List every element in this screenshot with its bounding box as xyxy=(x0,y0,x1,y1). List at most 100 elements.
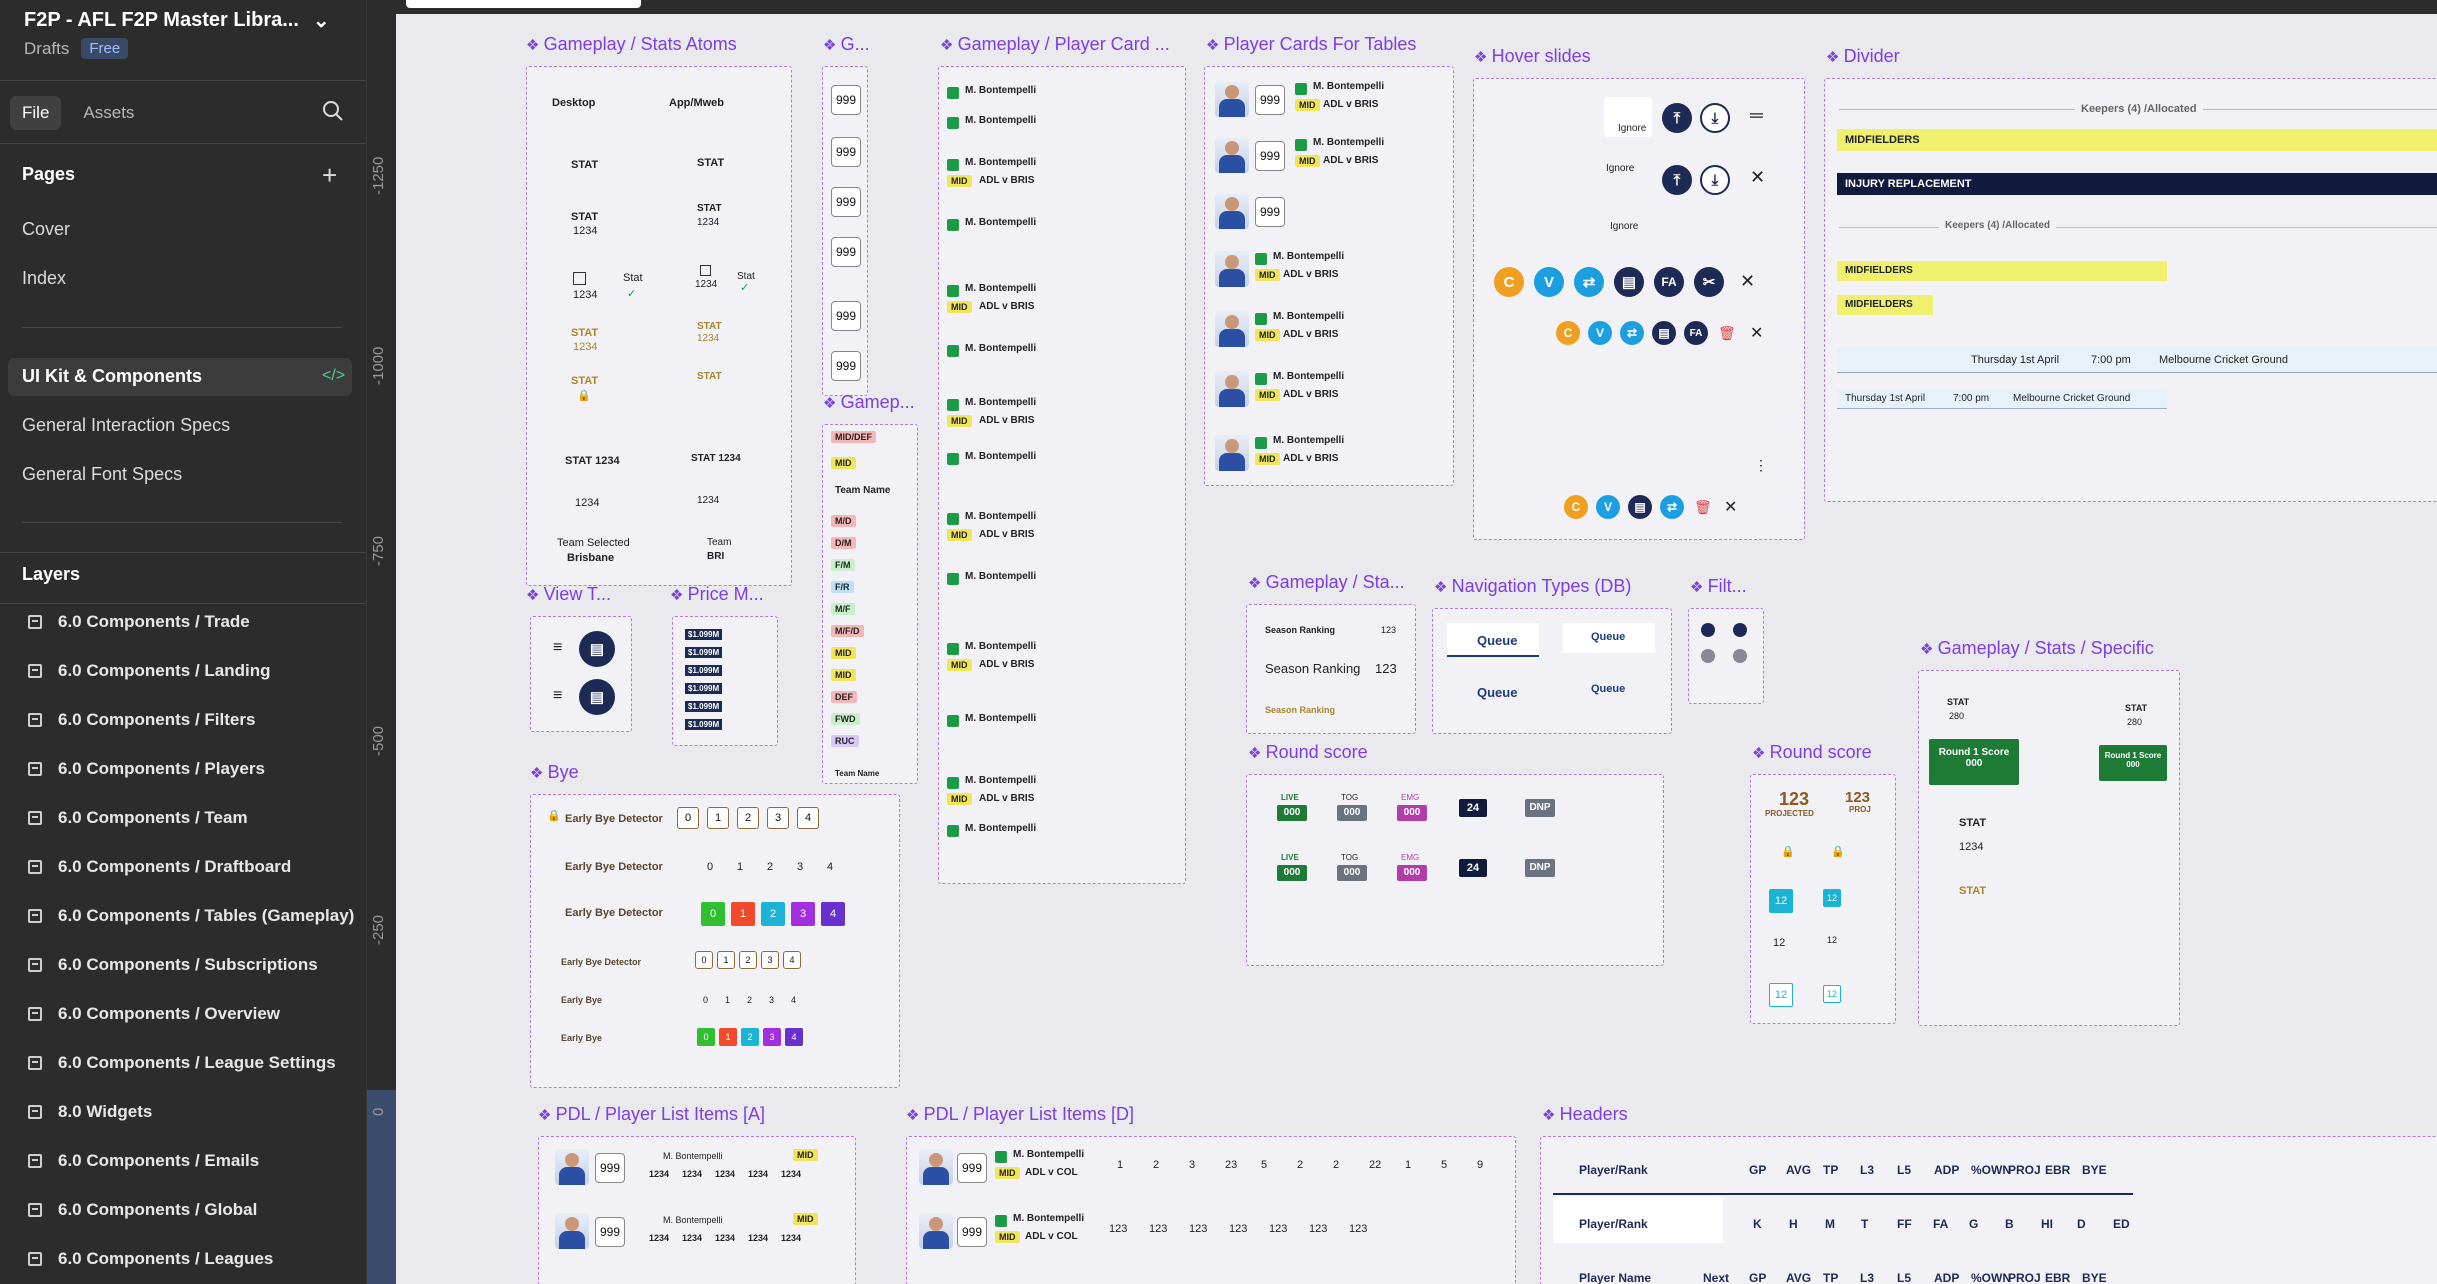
add-page-icon[interactable]: + xyxy=(322,160,337,191)
layer-item[interactable]: 6.0 Components / Draftboard xyxy=(28,857,291,877)
header-column[interactable]: L5 xyxy=(1897,1271,1911,1284)
header-column[interactable]: TP xyxy=(1823,1163,1838,1177)
header-column[interactable]: H xyxy=(1789,1217,1798,1231)
close-icon[interactable]: ✕ xyxy=(1750,167,1765,188)
filter-dot-icon[interactable] xyxy=(1701,623,1715,637)
list-icon[interactable]: ≡ xyxy=(553,639,562,657)
vice-captain-icon[interactable]: V xyxy=(1534,267,1564,297)
queue-tab[interactable]: Queue xyxy=(1477,633,1517,648)
header-column[interactable]: FF xyxy=(1897,1217,1912,1231)
gameplay-sta-frame[interactable]: Season Ranking 123 Season Ranking 123 Se… xyxy=(1246,604,1416,734)
frame-title-pdl-a[interactable]: PDL / Player List Items [A] xyxy=(538,1104,765,1125)
header-column[interactable]: ADP xyxy=(1934,1163,1959,1177)
frame-title-pdl-d[interactable]: PDL / Player List Items [D] xyxy=(906,1104,1134,1125)
player-card-frame[interactable]: M. Bontempelli M. Bontempelli M. Bontempel… xyxy=(938,66,1186,884)
file-name[interactable]: F2P - AFL F2P Master Libra... ⌄ xyxy=(24,8,330,33)
frame-title-round-score[interactable]: Round score xyxy=(1248,742,1368,763)
clipboard-icon[interactable]: ▤ xyxy=(1652,321,1676,345)
shuffle-icon[interactable]: ⇄ xyxy=(1660,495,1684,519)
frame-title-hover-slides[interactable]: Hover slides xyxy=(1474,46,1591,67)
layer-item[interactable]: 6.0 Components / Global xyxy=(28,1200,257,1220)
layer-item[interactable]: 6.0 Components / League Settings xyxy=(28,1053,336,1073)
layer-item[interactable]: 6.0 Components / Landing xyxy=(28,661,271,681)
frame-title-headers[interactable]: Headers xyxy=(1542,1104,1628,1125)
layer-item[interactable]: 6.0 Components / Emails xyxy=(28,1151,259,1171)
filter-dot-icon[interactable] xyxy=(1701,649,1715,663)
header-next[interactable]: Next xyxy=(1703,1271,1729,1284)
frame-title-view[interactable]: View T... xyxy=(526,584,611,605)
pdl-d-frame[interactable]: 999 M. Bontempelli MID ADL v COL 1 2 3 23 5 2 2 22 1… xyxy=(906,1136,1516,1284)
design-canvas[interactable]: Gameplay / Stats Atoms Desktop App/Mweb … xyxy=(396,0,2437,1284)
layer-item[interactable]: 6.0 Components / Team xyxy=(28,808,248,828)
layer-item[interactable]: 6.0 Components / Subscriptions xyxy=(28,955,318,975)
header-column[interactable]: B xyxy=(2005,1217,2014,1231)
g-frame[interactable]: 999 999 999 999 999 999 xyxy=(822,66,868,396)
price-frame[interactable]: $1.099M $1.099M $1.099M $1.099M $1.099M $1.09… xyxy=(672,616,778,746)
shuffle-icon[interactable]: ⇄ xyxy=(1574,267,1604,297)
header-column[interactable]: PROJ xyxy=(2008,1271,2041,1284)
frame-title-navigation[interactable]: Navigation Types (DB) xyxy=(1434,576,1632,597)
frame-title-bye[interactable]: Bye xyxy=(530,762,579,783)
frame-title-player-card[interactable]: Gameplay / Player Card ... xyxy=(940,34,1170,55)
header-column[interactable]: D xyxy=(2077,1217,2086,1231)
page-index[interactable]: Index xyxy=(22,268,66,289)
header-column[interactable]: G xyxy=(1969,1217,1978,1231)
filter-dot-icon[interactable] xyxy=(1733,623,1747,637)
close-icon[interactable]: ✕ xyxy=(1750,323,1763,343)
queue-tab[interactable]: Queue xyxy=(1477,685,1517,700)
round-score-frame-2[interactable]: 123 PROJECTED 123 PROJ 🔒 🔒 12 12 12 12 1… xyxy=(1750,774,1896,1024)
filter-frame[interactable] xyxy=(1688,608,1764,704)
list-icon[interactable]: ≡ xyxy=(553,687,562,705)
player-cards-tables-frame[interactable]: 999 M. Bontempelli MID ADL v BRIS 999 M. Bont… xyxy=(1204,66,1454,486)
fa-icon[interactable]: FA xyxy=(1654,267,1684,297)
header-column[interactable]: K xyxy=(1753,1217,1762,1231)
vice-captain-icon[interactable]: V xyxy=(1588,321,1612,345)
tab-assets[interactable]: Assets xyxy=(71,96,146,130)
header-column[interactable]: GP xyxy=(1749,1163,1766,1177)
navigation-frame[interactable]: Queue Queue Queue Queue xyxy=(1432,608,1672,734)
round-score-frame[interactable]: LIVE 000 TOG 000 EMG 000 24 DNP LIVE 000 TOG 000 EMG… xyxy=(1246,774,1664,966)
download-icon[interactable]: ⤓ xyxy=(1700,103,1730,133)
close-icon[interactable]: ✕ xyxy=(1724,497,1737,517)
header-column[interactable]: PROJ xyxy=(2008,1163,2041,1177)
captain-icon[interactable]: C xyxy=(1556,321,1580,345)
header-column[interactable]: %OWN xyxy=(1971,1271,2011,1284)
frame-title-g[interactable]: G... xyxy=(823,34,870,55)
header-column[interactable]: T xyxy=(1861,1217,1868,1231)
scissors-icon[interactable]: ✂ xyxy=(1694,267,1724,297)
fa-icon[interactable]: FA xyxy=(1684,321,1708,345)
header-column[interactable]: FA xyxy=(1933,1217,1948,1231)
menu-icon[interactable]: ═ xyxy=(1750,105,1763,126)
frame-title-stats-specific[interactable]: Gameplay / Stats / Specific xyxy=(1920,638,2154,659)
frame-title-player-cards-tables[interactable]: Player Cards For Tables xyxy=(1206,34,1417,55)
trash-icon[interactable]: 🗑 xyxy=(1694,499,1712,516)
header-column[interactable]: BYE xyxy=(2082,1271,2107,1284)
divider-frame[interactable]: Keepers (4) /Allocated MIDFIELDERS INJUR… xyxy=(1824,78,2437,502)
pdl-a-frame[interactable]: 999 M. Bontempelli MID 1234 1234 1234 1234 1234… xyxy=(538,1136,856,1284)
header-column[interactable]: EBR xyxy=(2045,1271,2070,1284)
frame-title-round-score-2[interactable]: Round score xyxy=(1752,742,1872,763)
queue-tab[interactable]: Queue xyxy=(1591,683,1625,695)
layer-item[interactable]: 8.0 Widgets xyxy=(28,1102,152,1122)
close-icon[interactable]: ✕ xyxy=(1740,271,1755,292)
header-column[interactable]: L3 xyxy=(1860,1163,1874,1177)
card-view-icon[interactable]: ▤ xyxy=(579,679,615,715)
header-column[interactable]: ED xyxy=(2113,1217,2130,1231)
frame-title-gamep[interactable]: Gamep... xyxy=(823,392,915,413)
frame-title-divider[interactable]: Divider xyxy=(1826,46,1900,67)
clipboard-icon[interactable]: ▤ xyxy=(1628,495,1652,519)
captain-icon[interactable]: C xyxy=(1494,267,1524,297)
checkbox-icon[interactable] xyxy=(573,272,586,285)
header-column[interactable]: EBR xyxy=(2045,1163,2070,1177)
header-column[interactable]: TP xyxy=(1823,1271,1838,1284)
shuffle-icon[interactable]: ⇄ xyxy=(1620,321,1644,345)
tab-file[interactable]: File xyxy=(10,96,62,130)
layer-item[interactable]: 6.0 Components / Filters xyxy=(28,710,255,730)
header-column[interactable]: GP xyxy=(1749,1271,1766,1284)
captain-icon[interactable]: C xyxy=(1564,495,1588,519)
header-player-name[interactable]: Player Name xyxy=(1579,1271,1651,1284)
stats-specific-frame[interactable]: STAT 280 STAT 280 Round 1 Score 000 Round… xyxy=(1918,670,2180,1026)
page-font-specs[interactable]: General Font Specs xyxy=(22,464,182,485)
frame-title-gameplay-sta[interactable]: Gameplay / Sta... xyxy=(1248,572,1405,593)
queue-tab[interactable]: Queue xyxy=(1591,631,1625,643)
